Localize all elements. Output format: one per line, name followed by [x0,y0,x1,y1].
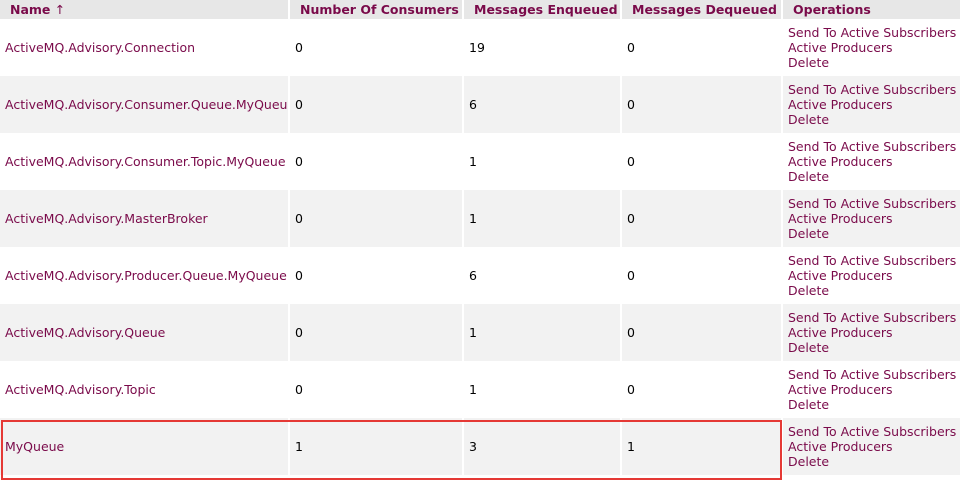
messages-dequeued: 0 [622,190,783,247]
consumers-count: 0 [290,304,464,361]
consumers-count: 0 [290,19,464,76]
messages-dequeued: 0 [622,76,783,133]
column-header-enqueued[interactable]: Messages Enqueued [464,0,622,19]
delete-link[interactable]: Delete [788,226,955,241]
consumers-count: 0 [290,133,464,190]
delete-link[interactable]: Delete [788,112,955,127]
topic-name-link[interactable]: ActiveMQ.Advisory.Queue [5,325,165,340]
operations-cell: Send To Active Subscribers Active Produce… [783,304,960,361]
delete-link[interactable]: Delete [788,283,955,298]
send-to-active-subscribers-link[interactable]: Send To Active Subscribers [788,310,956,325]
messages-dequeued: 0 [622,133,783,190]
active-producers-link[interactable]: Active Producers [788,382,955,397]
consumers-count: 0 [290,190,464,247]
messages-dequeued: 0 [622,247,783,304]
topic-name-cell: ActiveMQ.Advisory.Producer.Queue.MyQueue [0,247,290,304]
messages-enqueued: 1 [464,361,622,418]
table-row: ActiveMQ.Advisory.Topic 0 1 0 Send To Active… [0,361,960,418]
active-producers-link[interactable]: Active Producers [788,154,955,169]
send-to-active-subscribers-link[interactable]: Send To Active Subscribers [788,253,956,268]
table-row: ActiveMQ.Advisory.Queue 0 1 0 Send To Active… [0,304,960,361]
topic-name-cell: ActiveMQ.Advisory.Consumer.Queue.MyQueue [0,76,290,133]
table-row: ActiveMQ.Advisory.Producer.Queue.MyQueue… [0,247,960,304]
messages-enqueued: 1 [464,133,622,190]
topic-name-cell: ActiveMQ.Advisory.Queue [0,304,290,361]
operations-cell: Send To Active Subscribers Active Produce… [783,76,960,133]
topic-name-link[interactable]: MyQueue [5,439,64,454]
consumers-count: 0 [290,361,464,418]
operations-cell: Send To Active Subscribers Active Produce… [783,361,960,418]
topics-table: Name ↑ Number Of Consumers Messages Enqu… [0,0,960,475]
messages-enqueued: 3 [464,418,622,475]
consumers-count: 1 [290,418,464,475]
topic-name-cell: ActiveMQ.Advisory.MasterBroker [0,190,290,247]
topic-name-cell: ActiveMQ.Advisory.Topic [0,361,290,418]
send-to-active-subscribers-link[interactable]: Send To Active Subscribers [788,196,956,211]
operations-cell: Send To Active Subscribers Active Produce… [783,19,960,76]
messages-enqueued: 1 [464,190,622,247]
send-to-active-subscribers-link[interactable]: Send To Active Subscribers [788,139,956,154]
send-to-active-subscribers-link[interactable]: Send To Active Subscribers [788,367,956,382]
column-header-dequeued[interactable]: Messages Dequeued [622,0,783,19]
consumers-count: 0 [290,247,464,304]
column-header-name[interactable]: Name ↑ [0,0,290,19]
delete-link[interactable]: Delete [788,340,955,355]
topic-name-link[interactable]: ActiveMQ.Advisory.Topic [5,382,156,397]
delete-link[interactable]: Delete [788,55,955,70]
send-to-active-subscribers-link[interactable]: Send To Active Subscribers [788,82,956,97]
topics-page: Name ↑ Number Of Consumers Messages Enqu… [0,0,960,481]
topic-name-link[interactable]: ActiveMQ.Advisory.Producer.Queue.MyQueue [5,268,287,283]
topic-name-link[interactable]: ActiveMQ.Advisory.Consumer.Queue.MyQueue [5,97,288,112]
messages-enqueued: 6 [464,76,622,133]
table-row: ActiveMQ.Advisory.Consumer.Topic.MyQueue… [0,133,960,190]
active-producers-link[interactable]: Active Producers [788,97,955,112]
delete-link[interactable]: Delete [788,454,955,469]
topic-name-cell: MyQueue [0,418,290,475]
topic-name-link[interactable]: ActiveMQ.Advisory.Connection [5,40,195,55]
messages-enqueued: 6 [464,247,622,304]
delete-link[interactable]: Delete [788,397,955,412]
messages-enqueued: 1 [464,304,622,361]
messages-dequeued: 1 [622,418,783,475]
topic-name-link[interactable]: ActiveMQ.Advisory.Consumer.Topic.MyQueue [5,154,286,169]
topic-name-cell: ActiveMQ.Advisory.Connection [0,19,290,76]
active-producers-link[interactable]: Active Producers [788,40,955,55]
consumers-count: 0 [290,76,464,133]
messages-dequeued: 0 [622,304,783,361]
table-header-row: Name ↑ Number Of Consumers Messages Enqu… [0,0,960,19]
column-header-consumers[interactable]: Number Of Consumers [290,0,464,19]
messages-dequeued: 0 [622,19,783,76]
table-row: MyQueue 1 3 1 Send To Active Subscribers Acti… [0,418,960,475]
sort-ascending-icon: ↑ [54,2,66,17]
operations-cell: Send To Active Subscribers Active Produce… [783,133,960,190]
topic-name-link[interactable]: ActiveMQ.Advisory.MasterBroker [5,211,208,226]
messages-dequeued: 0 [622,361,783,418]
column-header-name-label: Name [10,2,51,17]
table-row: ActiveMQ.Advisory.Connection 0 19 0 Send To … [0,19,960,76]
operations-cell: Send To Active Subscribers Active Produce… [783,418,960,475]
operations-cell: Send To Active Subscribers Active Produce… [783,190,960,247]
active-producers-link[interactable]: Active Producers [788,211,955,226]
send-to-active-subscribers-link[interactable]: Send To Active Subscribers [788,424,956,439]
operations-cell: Send To Active Subscribers Active Produce… [783,247,960,304]
table-row: ActiveMQ.Advisory.Consumer.Queue.MyQueue… [0,76,960,133]
table-row: ActiveMQ.Advisory.MasterBroker 0 1 0 Send To… [0,190,960,247]
topic-name-cell: ActiveMQ.Advisory.Consumer.Topic.MyQueue [0,133,290,190]
messages-enqueued: 19 [464,19,622,76]
active-producers-link[interactable]: Active Producers [788,268,955,283]
active-producers-link[interactable]: Active Producers [788,325,955,340]
delete-link[interactable]: Delete [788,169,955,184]
column-header-operations: Operations [783,0,960,19]
send-to-active-subscribers-link[interactable]: Send To Active Subscribers [788,25,956,40]
active-producers-link[interactable]: Active Producers [788,439,955,454]
